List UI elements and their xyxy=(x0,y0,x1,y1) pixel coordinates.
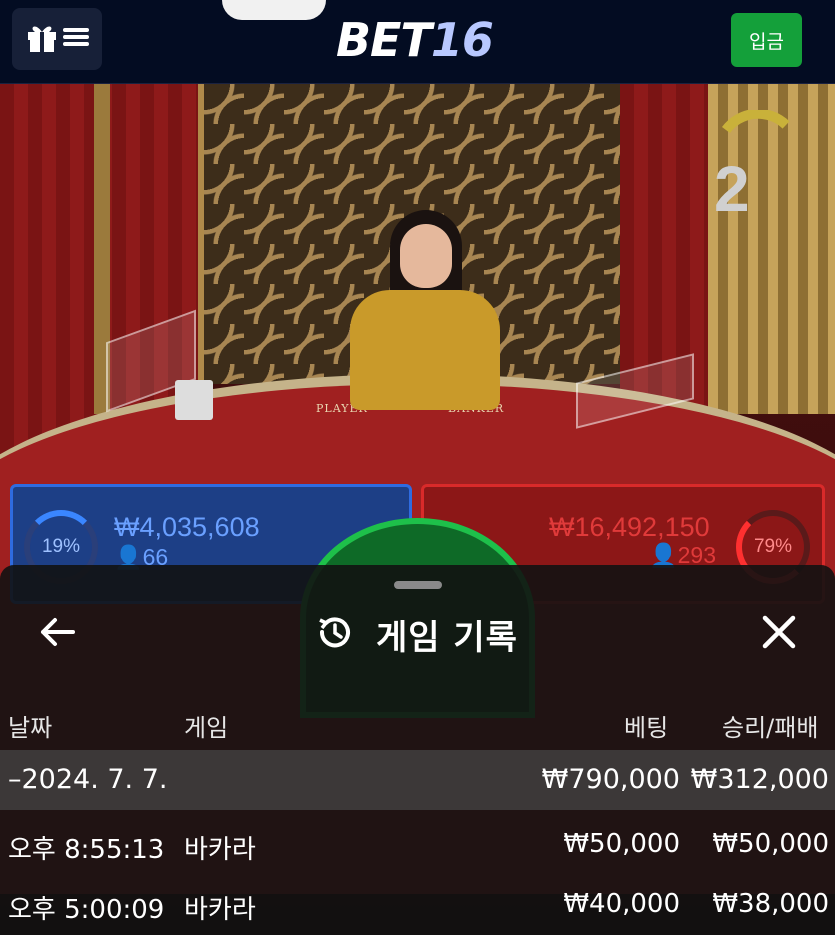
gift-menu-button[interactable] xyxy=(12,8,102,70)
dealer xyxy=(350,210,500,410)
history-icon xyxy=(314,612,354,656)
group-bet-total: ₩790,000 xyxy=(541,764,680,795)
table-row[interactable]: 오후 8:55:13 바카라 ₩50,000 ₩50,000 xyxy=(0,815,835,875)
row-winloss: ₩38,000 xyxy=(712,889,829,919)
row-winloss: ₩50,000 xyxy=(712,829,829,859)
date-group-row[interactable]: –2024. 7. 7. ₩790,000 ₩312,000 xyxy=(0,750,835,810)
banker-total-amount: ₩16,492,150 xyxy=(549,512,710,542)
sheet-title: 게임 기록 xyxy=(376,617,518,658)
group-date: –2024. 7. 7. xyxy=(8,764,168,795)
column-winloss: 승리/패배 xyxy=(722,714,819,742)
group-winloss-total: ₩312,000 xyxy=(690,764,829,795)
logo-number: 16 xyxy=(430,13,494,67)
history-table-header: 날짜 게임 베팅 승리/패배 xyxy=(0,698,835,750)
hamburger-icon xyxy=(63,26,89,52)
deposit-button[interactable]: 입금 xyxy=(731,13,802,67)
close-button[interactable] xyxy=(752,607,806,661)
device-notch xyxy=(222,0,326,20)
column-bet: 베팅 xyxy=(624,714,669,742)
arrow-left-icon xyxy=(39,617,75,651)
logo-text: BET xyxy=(336,13,432,67)
sheet-drag-handle[interactable] xyxy=(394,581,442,589)
card-stack xyxy=(175,380,213,420)
top-bar: BET16 입금 xyxy=(0,0,835,84)
player-total-amount: ₩4,035,608 xyxy=(114,512,260,542)
close-icon xyxy=(762,615,796,653)
row-game: 바카라 xyxy=(184,835,256,865)
row-game: 바카라 xyxy=(184,895,256,925)
column-game: 게임 xyxy=(184,714,229,742)
column-date: 날짜 xyxy=(8,714,53,742)
logo[interactable]: BET16 xyxy=(336,10,494,70)
back-button[interactable] xyxy=(32,609,82,659)
gift-icon xyxy=(25,20,59,58)
table-row[interactable]: 오후 5:00:09 바카라 ₩40,000 ₩38,000 xyxy=(0,875,835,935)
row-bet: ₩50,000 xyxy=(563,829,680,859)
row-bet: ₩40,000 xyxy=(563,889,680,919)
sheet-title-group: 게임 기록 xyxy=(314,609,518,659)
round-counter: 2 xyxy=(714,153,750,225)
row-time: 오후 5:00:09 xyxy=(8,895,165,925)
game-history-sheet: 게임 기록 날짜 게임 베팅 승리/패배 –2024. 7. 7. ₩790,0… xyxy=(0,565,835,935)
row-time: 오후 8:55:13 xyxy=(8,835,165,865)
